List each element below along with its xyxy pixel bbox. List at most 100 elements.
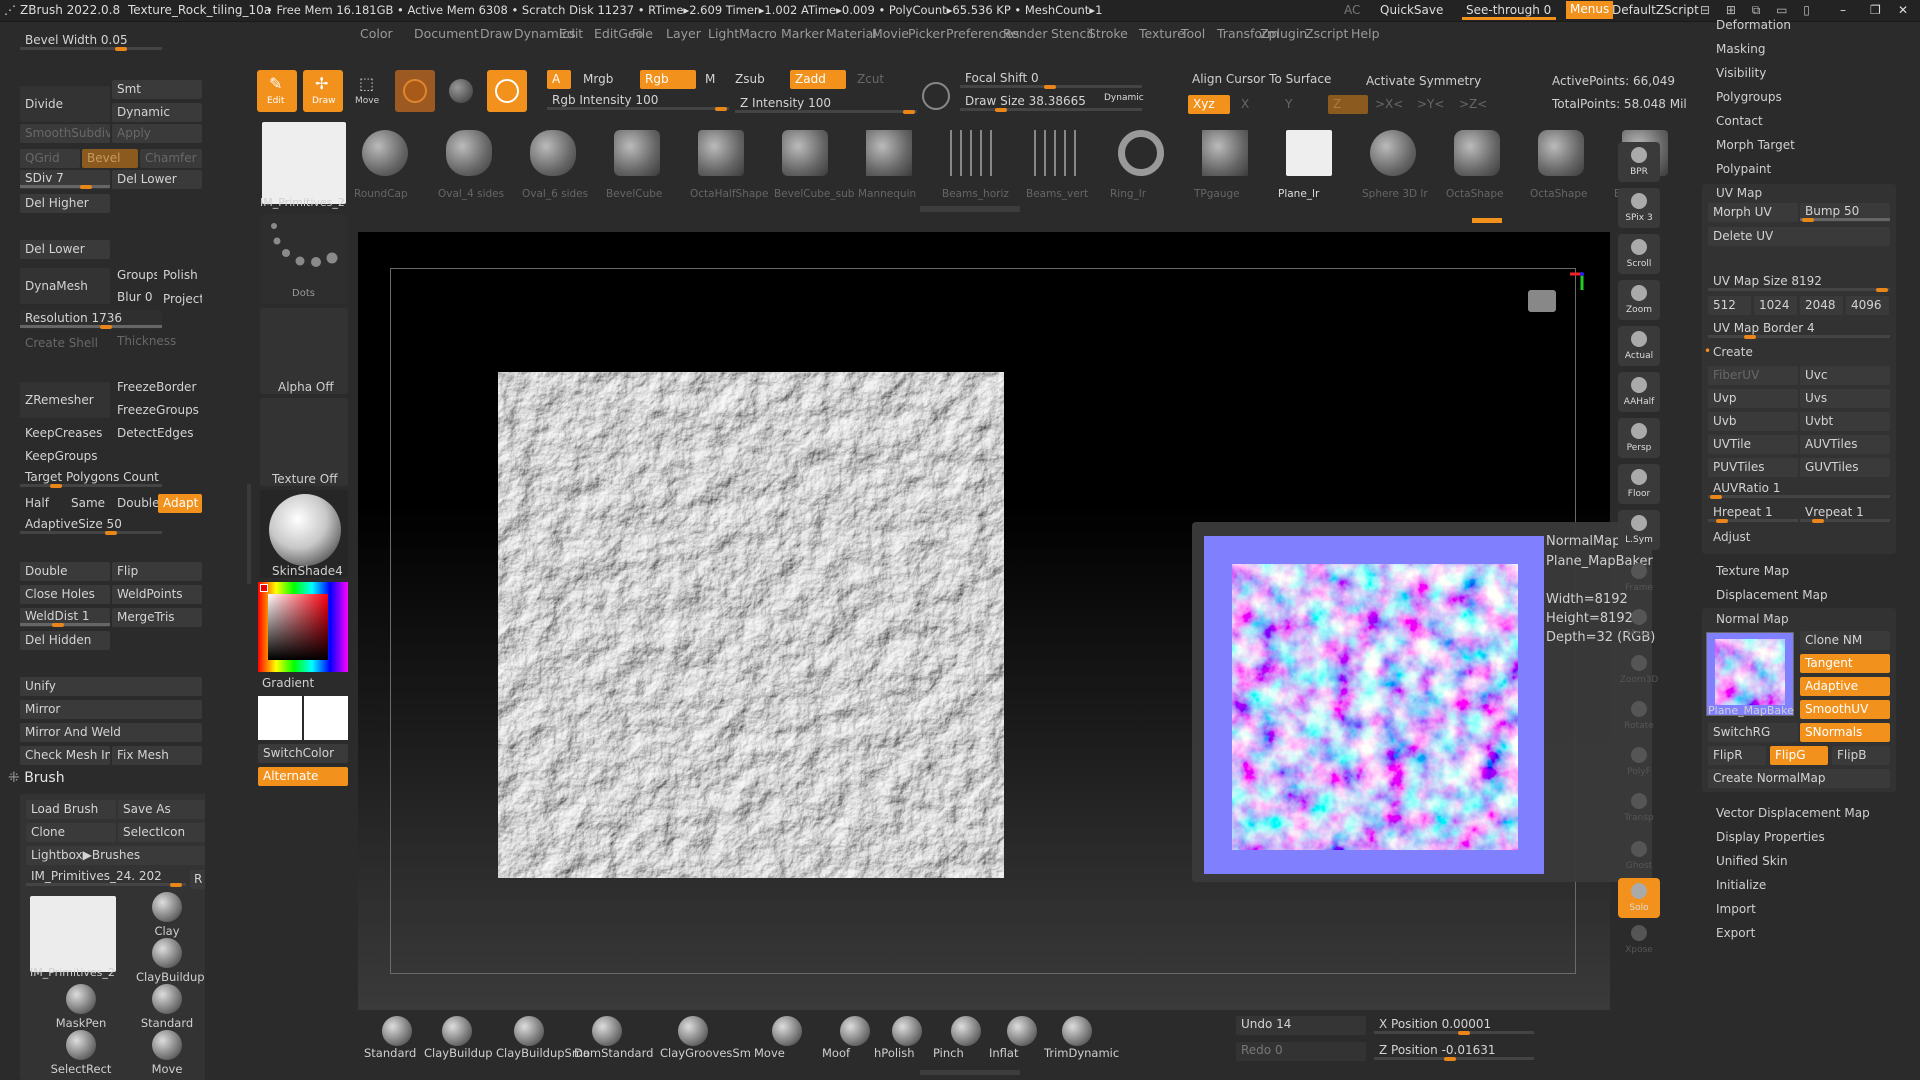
check-mesh-button[interactable]: Check Mesh Int (20, 746, 110, 765)
adjust-subpalette[interactable]: Adjust (1713, 530, 1751, 544)
menu-layer[interactable]: Layer (666, 26, 701, 41)
edit-mode-button[interactable]: Edit ✎ (257, 70, 297, 112)
menu-macro[interactable]: Macro (739, 26, 777, 41)
rx-toggle[interactable]: >X< (1370, 95, 1410, 114)
create-normalmap-button[interactable]: Create NormalMap (1708, 769, 1890, 788)
axis-gizmo-icon[interactable] (1568, 272, 1588, 297)
uv-map-border-slider[interactable]: UV Map Border 4 (1708, 320, 1890, 339)
bottom-brush-standard-icon[interactable] (382, 1016, 412, 1046)
y-axis-toggle[interactable]: Y (1280, 95, 1320, 114)
rightbar-actual-button[interactable]: Actual (1618, 326, 1660, 366)
flipb-toggle[interactable]: FlipB (1832, 746, 1890, 765)
uvc-button[interactable]: Uvc (1800, 366, 1890, 385)
delete-uv-button[interactable]: Delete UV (1708, 227, 1890, 246)
uvb-button[interactable]: Uvb (1708, 412, 1798, 431)
rightbar-transp-button[interactable]: Transp (1618, 788, 1660, 828)
keepcreases-toggle[interactable]: KeepCreases (20, 424, 110, 443)
rightbar-zoom3d-button[interactable]: Zoom3D (1618, 650, 1660, 690)
rightbar-zoom-button[interactable]: Zoom (1618, 280, 1660, 320)
create-shell-button[interactable]: Create Shell (20, 334, 110, 353)
rightbar-scroll-button[interactable]: Scroll (1618, 234, 1660, 274)
bottom-brush-damstandard-icon[interactable] (592, 1016, 622, 1046)
snormals-toggle[interactable]: SNormals (1800, 723, 1890, 742)
brush-selectrect-icon[interactable] (66, 1030, 96, 1060)
ry-toggle[interactable]: >Y< (1412, 95, 1452, 114)
rgb-intensity-slider[interactable]: Rgb Intensity 100 (547, 92, 729, 111)
blur-slider[interactable]: Blur 0 (112, 288, 160, 307)
primary-color-swatch[interactable] (258, 696, 302, 740)
del-higher-button[interactable]: Del Higher (20, 194, 110, 213)
import-subpalette[interactable]: Import (1716, 902, 1756, 916)
menu-draw[interactable]: Draw (480, 26, 513, 41)
displacement-map-subpalette[interactable]: Displacement Map (1716, 588, 1828, 602)
mirror-button[interactable]: Mirror (20, 700, 202, 719)
load-brush-button[interactable]: Load Brush (26, 800, 116, 819)
uvmap-subpalette-title[interactable]: UV Map (1716, 186, 1762, 200)
vector-displacement-subpalette[interactable]: Vector Displacement Map (1716, 806, 1870, 820)
a-toggle[interactable]: A (547, 70, 571, 89)
create-subpalette-title[interactable]: Create (1713, 345, 1753, 359)
rightbar-l-sym-button[interactable]: L.Sym (1618, 510, 1660, 550)
tool-sphere-3d-lr[interactable]: Sphere 3D lr (1360, 124, 1430, 206)
flip-button[interactable]: Flip (112, 562, 202, 581)
tool-oval-4-sides[interactable]: Oval_4 sides (436, 124, 506, 206)
menu-stencil[interactable]: Stencil (1051, 26, 1093, 41)
uv-map-size-slider[interactable]: UV Map Size 8192 (1708, 273, 1890, 292)
clone-button[interactable]: Clone (26, 823, 116, 842)
bump-slider[interactable]: Bump 50 (1800, 203, 1890, 222)
save-as-button[interactable]: Save As (118, 800, 208, 819)
project-toggle[interactable]: Project (158, 290, 202, 309)
alternate-toggle[interactable]: Alternate (258, 767, 348, 786)
menu-render[interactable]: Render (1003, 26, 1048, 41)
menu-help[interactable]: Help (1351, 26, 1380, 41)
same-button[interactable]: Same (66, 494, 114, 513)
display-properties-subpalette[interactable]: Display Properties (1716, 830, 1825, 844)
smt-toggle[interactable]: Smt (112, 80, 202, 99)
move-mode-button[interactable]: Move ⬚ (349, 70, 389, 112)
switchrg-toggle[interactable]: SwitchRG (1708, 723, 1798, 742)
selecticon-button[interactable]: SelectIcon (118, 823, 208, 842)
welddist-slider[interactable]: WeldDist 1 (20, 608, 110, 627)
unified-skin-subpalette[interactable]: Unified Skin (1716, 854, 1788, 868)
minimize-icon[interactable]: – (1840, 3, 1846, 17)
morph-target-subpalette[interactable]: Morph Target (1716, 138, 1795, 152)
bevel-toggle[interactable]: Bevel (82, 149, 138, 168)
uv-size-1024-button[interactable]: 1024 (1754, 296, 1797, 315)
menu-zplugin[interactable]: Zplugin (1260, 26, 1307, 41)
menu-stroke[interactable]: Stroke (1088, 26, 1128, 41)
smoothuv-toggle[interactable]: SmoothUV (1800, 700, 1890, 719)
double-button[interactable]: Double (112, 494, 158, 513)
focal-shift-slider[interactable]: Focal Shift 0 (960, 70, 1142, 89)
rightbar-bpr-button[interactable]: BPR (1618, 142, 1660, 182)
tool-ring-lr[interactable]: Ring_lr (1108, 124, 1178, 206)
bottom-brush-hpolish-icon[interactable] (892, 1016, 922, 1046)
bottom-shelf-scrollbar[interactable] (920, 1070, 1020, 1075)
uv-size-2048-button[interactable]: 2048 (1800, 296, 1843, 315)
tool-octashape[interactable]: OctaShape (1444, 124, 1514, 206)
del-lower-button-2[interactable]: Del Lower (20, 240, 110, 259)
tool-octashape[interactable]: OctaShape (1528, 124, 1598, 206)
close-icon[interactable]: ✕ (1898, 3, 1908, 17)
apply-button[interactable]: Apply (112, 124, 202, 143)
uv-size-4096-button[interactable]: 4096 (1846, 296, 1889, 315)
dynamic-toggle[interactable]: Dynamic (112, 103, 202, 122)
zremesher-button[interactable]: ZRemesher (20, 382, 110, 418)
z-position-slider[interactable]: Z Position -0.01631 (1374, 1042, 1534, 1061)
lightbox-brushes-button[interactable]: Lightbox▶Brushes (26, 846, 208, 865)
menu-edit[interactable]: Edit (559, 26, 583, 41)
groups-toggle[interactable]: Groups (112, 266, 157, 285)
bottom-brush-claygroovessm-icon[interactable] (678, 1016, 708, 1046)
double-toggle[interactable]: Double (20, 562, 110, 581)
fix-mesh-button[interactable]: Fix Mesh (112, 746, 202, 765)
rz-toggle[interactable]: >Z< (1454, 95, 1494, 114)
menu-marker[interactable]: Marker (781, 26, 824, 41)
puvtiles-button[interactable]: PUVTiles (1708, 458, 1798, 477)
activate-symmetry-button[interactable]: Activate Symmetry (1366, 74, 1481, 88)
zcut-toggle[interactable]: Zcut (852, 70, 892, 89)
bottom-brush-trimdynamic-icon[interactable] (1062, 1016, 1092, 1046)
gizmo-button[interactable] (487, 70, 527, 112)
tool-mannequin[interactable]: Mannequin (856, 124, 926, 206)
menu-movie[interactable]: Movie (872, 26, 909, 41)
color-square[interactable] (268, 594, 328, 660)
shelf-collapse-handle[interactable] (247, 484, 251, 584)
